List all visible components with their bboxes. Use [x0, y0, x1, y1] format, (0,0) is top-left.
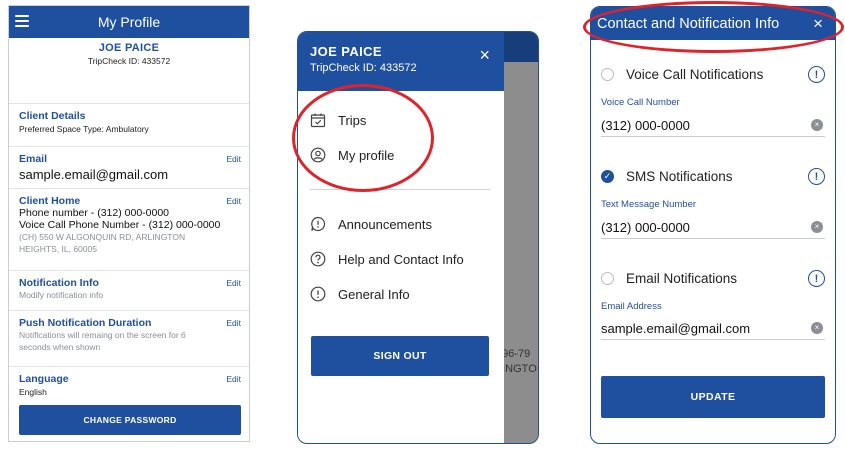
email-info-icon[interactable]: !: [808, 270, 825, 287]
email-section: Email Edit sample.email@gmail.com: [9, 147, 249, 189]
drawer-item-help[interactable]: Help and Contact Info: [310, 251, 464, 267]
language-title: Language: [19, 373, 69, 385]
email-notifications-label: Email Notifications: [626, 271, 738, 286]
client-home-address-2: HEIGHTS, IL, 60005: [19, 244, 97, 254]
sms-number-value: (312) 000-0000: [601, 220, 690, 235]
email-edit-link[interactable]: Edit: [226, 154, 241, 164]
voice-number-label: Voice Call Number: [601, 97, 680, 108]
email-address-input[interactable]: sample.email@gmail.com ×: [601, 318, 825, 340]
client-home-edit-link[interactable]: Edit: [226, 196, 241, 206]
calendar-check-icon: [310, 113, 326, 128]
language-edit-link[interactable]: Edit: [226, 374, 241, 384]
contact-header: Contact and Notification Info ×: [591, 7, 835, 40]
language-section: Language Edit English: [9, 367, 249, 407]
email-title: Email: [19, 153, 48, 165]
update-button[interactable]: UPDATE: [601, 376, 825, 418]
push-duration-line-1: Notifications will remaing on the screen…: [19, 330, 186, 340]
drawer-user-name: JOE PAICE: [310, 44, 382, 59]
speech-alert-icon: [311, 216, 326, 232]
push-duration-edit-link[interactable]: Edit: [226, 318, 241, 328]
client-details-line: Preferred Space Type: Ambulatory: [19, 124, 149, 134]
profile-tripcheck-id: TripCheck ID: 433572: [87, 56, 171, 66]
voice-info-icon[interactable]: !: [808, 66, 825, 83]
client-home-voice-phone: Voice Call Phone Number - (312) 000-0000: [19, 219, 221, 231]
sms-number-input[interactable]: (312) 000-0000 ×: [601, 217, 825, 239]
contact-close-icon[interactable]: ×: [813, 14, 823, 34]
drawer-item-label: Trips: [338, 112, 367, 128]
question-circle-icon: [310, 251, 326, 267]
drawer-item-announcements[interactable]: Announcements: [310, 216, 432, 232]
voice-clear-icon[interactable]: ×: [811, 119, 823, 131]
sms-number-label: Text Message Number: [601, 199, 697, 210]
profile-user-block: JOE PAICE TripCheck ID: 433572: [9, 38, 249, 104]
voice-number-input[interactable]: (312) 000-0000 ×: [601, 115, 825, 137]
navigation-drawer: JOE PAICE TripCheck ID: 433572 × Trips M…: [298, 32, 504, 443]
email-value: sample.email@gmail.com: [19, 167, 169, 182]
client-home-address-1: (CH) 550 W ALGONQUIN RD, ARLINGTON: [19, 232, 186, 242]
voice-notifications-row: Voice Call Notifications !: [601, 66, 825, 83]
contact-notification-screen: Contact and Notification Info × Voice Ca…: [590, 6, 836, 444]
client-home-phone: Phone number - (312) 000-0000: [19, 207, 170, 219]
notification-info-section: Notification Info Edit Modify notificati…: [9, 271, 249, 311]
user-circle-icon: [310, 147, 326, 163]
sms-notifications-checkbox[interactable]: ✓: [601, 170, 614, 183]
email-notifications-row: Email Notifications !: [601, 270, 825, 287]
sms-info-icon[interactable]: !: [808, 168, 825, 185]
push-duration-section: Push Notification Duration Edit Notifica…: [9, 311, 249, 367]
client-home-section: Client Home Edit Phone number - (312) 00…: [9, 189, 249, 271]
voice-notifications-label: Voice Call Notifications: [626, 67, 764, 82]
profile-header: My Profile: [9, 6, 249, 38]
notification-info-line: Modify notification info: [19, 290, 104, 300]
drawer-item-trips[interactable]: Trips: [310, 112, 366, 128]
email-address-label: Email Address: [601, 301, 662, 312]
drawer-item-general-info[interactable]: General Info: [310, 286, 410, 302]
client-details-title: Client Details: [19, 110, 86, 122]
drawer-item-label: My profile: [338, 147, 395, 163]
profile-header-title: My Profile: [97, 14, 161, 30]
voice-number-value: (312) 000-0000: [601, 118, 690, 133]
sms-clear-icon[interactable]: ×: [811, 221, 823, 233]
push-duration-line-2: seconds when shown: [19, 342, 101, 352]
client-details-section: Client Details Preferred Space Type: Amb…: [9, 104, 249, 147]
push-duration-title: Push Notification Duration: [19, 317, 152, 329]
voice-notifications-checkbox[interactable]: [601, 68, 614, 81]
email-notifications-checkbox[interactable]: [601, 272, 614, 285]
language-value: English: [19, 387, 47, 397]
notification-info-edit-link[interactable]: Edit: [226, 278, 241, 288]
hamburger-menu-icon[interactable]: [15, 14, 29, 28]
drawer-divider: [310, 189, 490, 190]
sms-notifications-row: ✓ SMS Notifications !: [601, 168, 825, 185]
contact-header-title: Contact and Notification Info: [597, 15, 780, 32]
change-password-button[interactable]: CHANGE PASSWORD: [19, 405, 241, 435]
sign-out-button[interactable]: SIGN OUT: [311, 336, 489, 376]
email-address-value: sample.email@gmail.com: [601, 321, 751, 336]
drawer-item-label: Announcements: [338, 216, 432, 232]
sms-notifications-label: SMS Notifications: [626, 169, 733, 184]
drawer-item-label: General Info: [338, 286, 410, 302]
email-clear-icon[interactable]: ×: [811, 322, 823, 334]
profile-screen: My Profile JOE PAICE TripCheck ID: 43357…: [8, 5, 250, 442]
info-circle-icon: [310, 286, 326, 302]
drawer-tripcheck-id: TripCheck ID: 433572: [310, 62, 417, 74]
notification-info-title: Notification Info: [19, 277, 99, 289]
drawer-screen: 596-79 LINGTO JOE PAICE TripCheck ID: 43…: [297, 31, 539, 444]
drawer-close-icon[interactable]: ×: [479, 46, 490, 64]
profile-user-name: JOE PAICE: [98, 42, 160, 54]
drawer-item-my-profile[interactable]: My profile: [310, 147, 394, 163]
client-home-title: Client Home: [19, 195, 81, 207]
drawer-item-label: Help and Contact Info: [338, 251, 464, 267]
drawer-header: JOE PAICE TripCheck ID: 433572 ×: [298, 32, 504, 91]
